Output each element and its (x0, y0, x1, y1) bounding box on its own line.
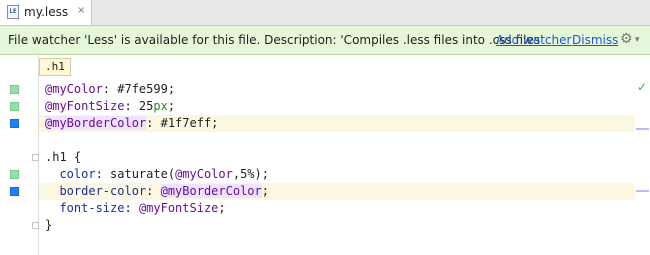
less-file-icon: LE (7, 5, 19, 19)
gear-icon[interactable]: ⚙ (620, 31, 633, 47)
add-watcher-link[interactable]: Add watcher (496, 33, 571, 47)
usage-mark[interactable] (636, 128, 649, 130)
code-line[interactable]: .h1 { (45, 149, 81, 166)
check-icon: ✓ (637, 80, 648, 94)
code-text: : (124, 201, 139, 215)
breadcrumb[interactable]: .h1 (39, 58, 71, 76)
code-text: ; (218, 201, 226, 215)
code-text: : #1f7eff; (146, 116, 219, 130)
css-property: font-size (59, 201, 125, 215)
code-line[interactable]: font-size: @myFontSize; (45, 200, 226, 217)
code-text: : saturate( (95, 167, 176, 181)
less-variable: @myColor (175, 167, 233, 181)
color-swatch-blue[interactable] (10, 119, 19, 128)
code-line[interactable]: @myBorderColor: #1f7eff; (45, 115, 218, 132)
dismiss-link[interactable]: Dismiss (572, 33, 618, 47)
code-text: ,5%); (232, 167, 269, 181)
code-text: ; (167, 99, 176, 113)
unit-text: px (153, 99, 168, 113)
selector-text: .h1 { (45, 150, 82, 164)
less-variable: @myBorderColor (45, 116, 147, 130)
less-variable: @myFontSize (138, 201, 219, 215)
code-text: } (45, 218, 53, 232)
code-text: : 25 (124, 99, 154, 113)
css-property: border-color (59, 184, 147, 198)
code-line[interactable]: color: saturate(@myColor,5%); (45, 166, 269, 183)
tab-my-less[interactable]: LE my.less × (0, 0, 92, 25)
code-text: ; (261, 184, 269, 198)
less-variable: @myBorderColor (160, 184, 262, 198)
close-icon[interactable]: × (77, 5, 85, 16)
notification-text: File watcher 'Less' is available for thi… (8, 33, 544, 47)
code-line[interactable]: @myColor: #7fe599; (45, 81, 175, 98)
code-line[interactable]: border-color: @myBorderColor; (45, 183, 269, 200)
less-variable: @myColor (45, 82, 103, 96)
color-swatch-green[interactable] (10, 85, 19, 94)
error-stripe[interactable] (635, 80, 650, 255)
fold-marker[interactable] (32, 154, 39, 161)
css-property: color (59, 167, 96, 181)
file-watcher-notification: File watcher 'Less' is available for thi… (0, 26, 650, 55)
change-marker (10, 102, 19, 111)
code-text: : #7fe599; (102, 82, 176, 96)
usage-mark[interactable] (636, 190, 649, 192)
tab-label: my.less (24, 5, 69, 19)
editor-tab-bar: LE my.less × (0, 0, 650, 26)
code-text: : (146, 184, 161, 198)
code-line[interactable]: @myFontSize: 25px; (45, 98, 175, 115)
fold-marker[interactable] (32, 222, 39, 229)
chevron-down-icon[interactable]: ▾ (635, 35, 640, 45)
color-swatch-green[interactable] (10, 170, 19, 179)
code-line[interactable]: } (45, 217, 52, 234)
color-swatch-blue[interactable] (10, 187, 19, 196)
less-variable: @myFontSize (45, 99, 125, 113)
